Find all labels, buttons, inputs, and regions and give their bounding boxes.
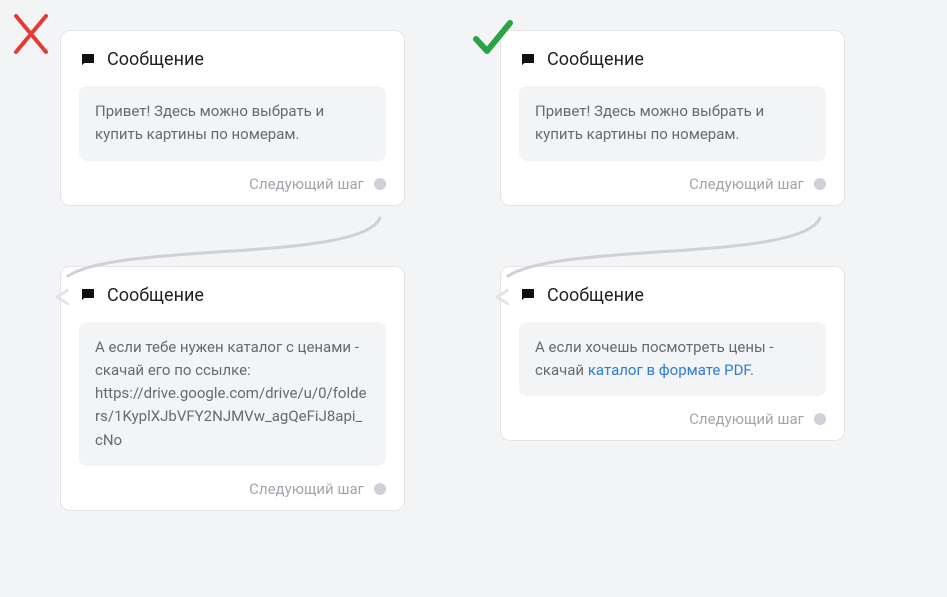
connector-arrow-icon (55, 289, 69, 309)
card-header: Сообщение (79, 49, 386, 70)
card-title: Сообщение (547, 285, 644, 306)
chat-icon (519, 286, 537, 304)
message-text: А если тебе нужен каталог с ценами - ска… (79, 322, 386, 466)
card-title: Сообщение (107, 285, 204, 306)
left-column: Сообщение Привет! Здесь можно выбрать и … (60, 30, 405, 571)
x-mark-icon (10, 10, 52, 62)
chat-icon (79, 286, 97, 304)
next-step-label: Следующий шаг (689, 410, 804, 428)
connector-handle[interactable] (814, 178, 826, 190)
card-header: Сообщение (519, 49, 826, 70)
card-footer[interactable]: Следующий шаг (79, 175, 386, 193)
right-column: Сообщение Привет! Здесь можно выбрать и … (500, 30, 845, 501)
card-title: Сообщение (547, 49, 644, 70)
connector-handle[interactable] (374, 178, 386, 190)
check-mark-icon (470, 15, 516, 65)
card-header: Сообщение (519, 285, 826, 306)
chat-icon (519, 51, 537, 69)
card-footer[interactable]: Следующий шаг (79, 480, 386, 498)
connector-handle[interactable] (374, 483, 386, 495)
next-step-label: Следующий шаг (249, 175, 364, 193)
pdf-link[interactable]: каталог в формате PDF. (588, 361, 754, 379)
message-text: Привет! Здесь можно выбрать и купить кар… (519, 86, 826, 161)
connector-handle[interactable] (814, 413, 826, 425)
chat-icon (79, 51, 97, 69)
connector-arrow-icon (495, 289, 509, 309)
card-title: Сообщение (107, 49, 204, 70)
message-text: А если хочешь посмотреть цены - скачай к… (519, 322, 826, 397)
message-card[interactable]: Сообщение Привет! Здесь можно выбрать и … (500, 30, 845, 206)
card-header: Сообщение (79, 285, 386, 306)
card-footer[interactable]: Следующий шаг (519, 175, 826, 193)
message-card[interactable]: Сообщение А если хочешь посмотреть цены … (500, 266, 845, 442)
card-footer[interactable]: Следующий шаг (519, 410, 826, 428)
message-text: Привет! Здесь можно выбрать и купить кар… (79, 86, 386, 161)
message-card[interactable]: Сообщение А если тебе нужен каталог с це… (60, 266, 405, 511)
next-step-label: Следующий шаг (689, 175, 804, 193)
next-step-label: Следующий шаг (249, 480, 364, 498)
message-card[interactable]: Сообщение Привет! Здесь можно выбрать и … (60, 30, 405, 206)
